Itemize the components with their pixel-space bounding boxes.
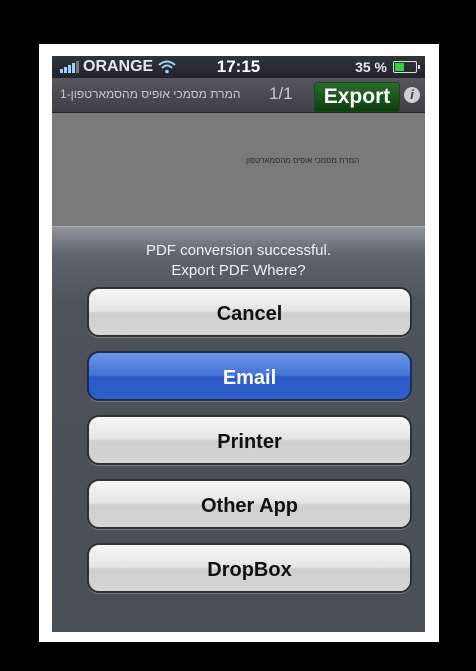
info-icon[interactable]: i <box>404 87 420 103</box>
other-app-button[interactable]: Other App <box>87 479 412 529</box>
document-preview: המרת מסמכי אופיס מהסמארטפון <box>52 113 425 226</box>
photo-frame: ORANGE 17:15 35 % המרת מסמכי אופיס מהסמא… <box>39 44 439 642</box>
cancel-button[interactable]: Cancel <box>87 287 412 337</box>
message-line-2: Export PDF Where? <box>171 262 306 279</box>
battery-group: 35 % <box>355 59 420 75</box>
status-bar: ORANGE 17:15 35 % <box>52 56 425 78</box>
battery-percent: 35 % <box>355 59 387 75</box>
email-button[interactable]: Email <box>87 351 412 401</box>
export-button[interactable]: Export <box>314 82 400 112</box>
document-preview-text: המרת מסמכי אופיס מהסמארטפון <box>246 156 360 165</box>
action-sheet-message: PDF conversion successful. Export PDF Wh… <box>52 241 425 281</box>
message-line-1: PDF conversion successful. <box>145 242 332 259</box>
dropbox-button[interactable]: DropBox <box>87 543 412 593</box>
document-title: המרת מסמכי אופיס מהסמארטפון-1 <box>60 87 241 101</box>
printer-button[interactable]: Printer <box>87 415 412 465</box>
page-indicator: 1/1 <box>269 84 293 103</box>
nav-bar: המרת מסמכי אופיס מהסמארטפון-1 1/1 Export… <box>52 78 425 113</box>
battery-icon <box>393 61 420 73</box>
action-sheet: PDF conversion successful. Export PDF Wh… <box>52 226 425 632</box>
phone-screen: ORANGE 17:15 35 % המרת מסמכי אופיס מהסמא… <box>52 56 425 632</box>
